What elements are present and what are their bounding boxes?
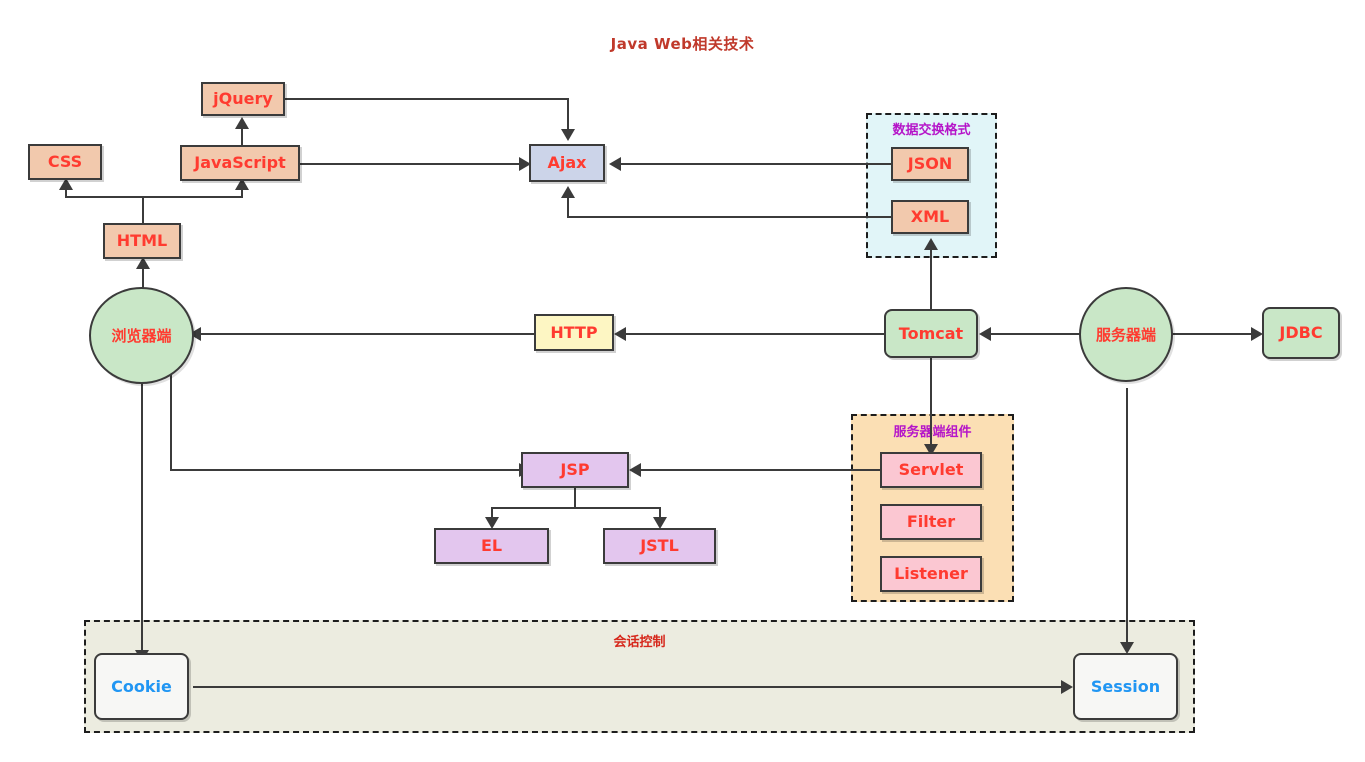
node-json-label: JSON xyxy=(907,154,953,173)
arrowhead-xml-from-tomcat xyxy=(924,238,938,250)
node-http[interactable]: HTTP xyxy=(534,314,614,351)
arrowhead-session-from-cookie xyxy=(1061,680,1073,694)
arrowhead-ajax-from-jquery xyxy=(561,129,575,141)
node-css-label: CSS xyxy=(47,152,83,171)
node-el[interactable]: EL xyxy=(434,528,549,564)
node-javascript-label: JavaScript xyxy=(194,153,286,172)
node-jdbc[interactable]: JDBC xyxy=(1262,307,1340,359)
node-ajax-label: Ajax xyxy=(547,153,587,172)
edge-cookie-session xyxy=(193,686,1068,688)
node-el-label: EL xyxy=(480,536,503,555)
node-jdbc-label: JDBC xyxy=(1279,323,1323,342)
node-tomcat-label: Tomcat xyxy=(898,323,964,343)
node-session[interactable]: Session xyxy=(1073,653,1178,720)
node-browser-label: 浏览器端 xyxy=(111,327,172,345)
edge-browser-html xyxy=(142,268,144,289)
node-servlet[interactable]: Servlet xyxy=(880,452,982,488)
node-cookie-label: Cookie xyxy=(111,676,172,696)
node-tomcat[interactable]: Tomcat xyxy=(884,309,978,358)
node-jquery-label: jQuery xyxy=(213,89,273,108)
edge-browser-jsp-vertical xyxy=(170,360,172,470)
arrowhead-jsp-from-servlet xyxy=(629,463,641,477)
node-server-label: 服务器端 xyxy=(1095,326,1156,344)
arrowhead-http-from-tomcat xyxy=(614,327,626,341)
edge-jquery-ajax-horizontal xyxy=(285,98,569,100)
edge-jsp-bus-vertical xyxy=(574,488,576,508)
node-session-label: Session xyxy=(1090,676,1161,696)
edge-server-session xyxy=(1126,388,1128,644)
arrowhead-ajax-from-xml xyxy=(561,186,575,198)
node-css[interactable]: CSS xyxy=(28,144,102,180)
edge-html-bus-horizontal xyxy=(65,196,242,198)
edge-tomcat-servlet xyxy=(930,358,932,446)
node-html[interactable]: HTML xyxy=(103,223,181,259)
node-listener-label: Listener xyxy=(894,564,968,583)
node-xml-label: XML xyxy=(910,207,950,226)
node-xml[interactable]: XML xyxy=(891,200,969,234)
node-filter[interactable]: Filter xyxy=(880,504,982,540)
edge-xml-ajax-horizontal xyxy=(567,216,900,218)
node-jstl-label: JSTL xyxy=(640,536,679,555)
node-listener[interactable]: Listener xyxy=(880,556,982,592)
arrowhead-tomcat-from-server xyxy=(979,327,991,341)
node-http-label: HTTP xyxy=(550,322,598,342)
node-jstl[interactable]: JSTL xyxy=(603,528,716,564)
edge-server-tomcat xyxy=(990,333,1080,335)
edge-tomcat-xml xyxy=(930,248,932,310)
node-jsp-label: JSP xyxy=(560,460,590,479)
node-jquery[interactable]: jQuery xyxy=(201,82,285,116)
edge-tomcat-http xyxy=(625,333,885,335)
arrowhead-jquery xyxy=(235,117,249,129)
node-json[interactable]: JSON xyxy=(891,147,969,181)
edge-json-ajax xyxy=(620,163,900,165)
edge-browser-cookie xyxy=(141,380,143,652)
node-cookie[interactable]: Cookie xyxy=(94,653,189,720)
edge-xml-ajax-vertical xyxy=(567,197,569,218)
edge-server-jdbc xyxy=(1172,333,1254,335)
edge-jquery-ajax-vertical xyxy=(567,98,569,130)
node-ajax[interactable]: Ajax xyxy=(529,144,605,182)
node-javascript[interactable]: JavaScript xyxy=(180,145,300,181)
edge-html-bus-vertical xyxy=(142,196,144,224)
edge-http-browser xyxy=(200,333,535,335)
edge-javascript-ajax xyxy=(300,163,522,165)
node-jsp[interactable]: JSP xyxy=(521,452,629,488)
node-html-label: HTML xyxy=(116,231,168,250)
edge-browser-jsp-horizontal xyxy=(170,469,522,471)
diagram-canvas: Java Web相关技术 数据交换格式 服务器端组件 会话控制 jQuery C… xyxy=(0,0,1365,762)
edge-servlet-jsp xyxy=(640,469,885,471)
node-server[interactable]: 服务器端 xyxy=(1079,287,1173,382)
node-servlet-label: Servlet xyxy=(898,460,964,479)
node-browser[interactable]: 浏览器端 xyxy=(89,287,194,384)
edge-jsp-bus-horizontal xyxy=(491,507,661,509)
arrowhead-ajax-from-json xyxy=(609,157,621,171)
node-filter-label: Filter xyxy=(906,512,956,531)
